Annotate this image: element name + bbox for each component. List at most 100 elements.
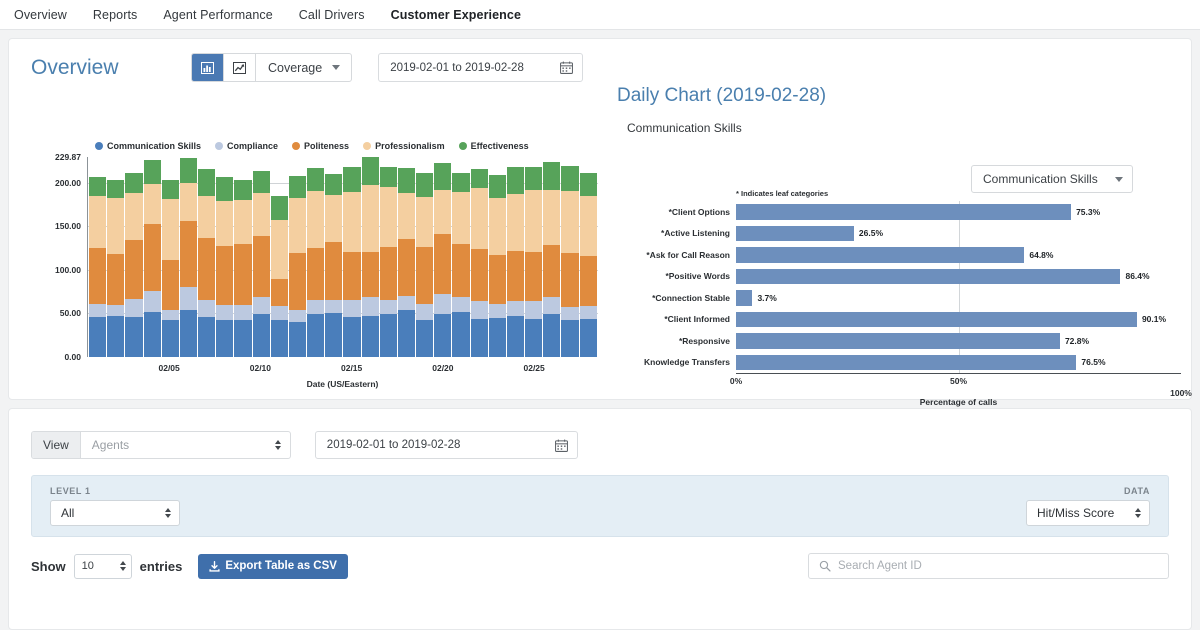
hbar-value-label: 72.8%: [1064, 335, 1090, 346]
stacked-bar-column[interactable]: [270, 157, 288, 357]
bar-segment: [416, 196, 434, 247]
bar-segment: [525, 251, 543, 302]
stacked-bar-column[interactable]: [379, 157, 397, 357]
stacked-bar-column[interactable]: [198, 157, 216, 357]
overview-date-range-value: 2019-02-01 to 2019-02-28: [390, 61, 524, 74]
metric-dropdown[interactable]: Coverage: [256, 54, 351, 81]
stacked-bar-column[interactable]: [361, 157, 379, 357]
stacked-bar-column[interactable]: [325, 157, 343, 357]
stacked-bar-column[interactable]: [143, 157, 161, 357]
table-date-range-input[interactable]: 2019-02-01 to 2019-02-28: [314, 431, 578, 459]
stacked-bar-column[interactable]: [543, 157, 561, 357]
hbar-row[interactable]: *Client Informed 90.1%: [609, 308, 1181, 330]
hbar-row[interactable]: *Connection Stable 3.7%: [609, 287, 1181, 309]
bar-segment: [379, 187, 397, 247]
bar-segment: [397, 296, 416, 311]
y-tick-label: 229.87: [55, 152, 81, 162]
stacked-bar-column[interactable]: [452, 157, 470, 357]
view-select-group[interactable]: View Agents: [31, 431, 291, 459]
bar-segment: [361, 251, 379, 297]
legend-item-3[interactable]: Professionalism: [363, 141, 445, 151]
calendar-icon: [560, 61, 574, 74]
hbar: [736, 247, 1025, 263]
legend-item-0[interactable]: Communication Skills: [95, 141, 201, 151]
stacked-bar-column[interactable]: [252, 157, 270, 357]
table-toolbar-row: Show 10 entries Export Table as CSV Sear…: [9, 537, 1191, 579]
bar-segment: [379, 314, 397, 357]
bar-segment: [270, 278, 288, 306]
entries-per-page-select[interactable]: 10: [73, 553, 132, 579]
bar-segment: [488, 175, 506, 198]
bar-segment: [506, 194, 525, 251]
bar-segment: [270, 305, 288, 321]
hbar-row[interactable]: Knowledge Transfers 76.5%: [609, 351, 1181, 373]
overview-date-range-input[interactable]: 2019-02-01 to 2019-02-28: [378, 53, 584, 82]
stacked-bar-column[interactable]: [506, 157, 525, 357]
y-tick-label: 100.00: [55, 264, 81, 275]
nav-tab-call-drivers[interactable]: Call Drivers: [299, 0, 365, 30]
stacked-bar-column[interactable]: [107, 157, 125, 357]
hbar-row[interactable]: *Active Listening 26.5%: [609, 222, 1181, 244]
stacked-bar-column[interactable]: [234, 157, 252, 357]
stacked-bar-column[interactable]: [89, 157, 107, 357]
export-csv-button[interactable]: Export Table as CSV: [198, 553, 348, 579]
stacked-bar-column[interactable]: [397, 157, 416, 357]
bar-segment: [125, 172, 143, 193]
stacked-bar-column[interactable]: [416, 157, 434, 357]
bar-segment: [107, 197, 125, 255]
stacked-bar-column[interactable]: [161, 157, 179, 357]
bar-segment: [543, 189, 561, 245]
data-select[interactable]: Hit/Miss Score: [1026, 500, 1150, 526]
x-axis-label: Date (US/Eastern): [306, 379, 379, 389]
legend-label: Professionalism: [375, 141, 445, 151]
bar-segment: [452, 296, 470, 312]
stacked-bar-column[interactable]: [288, 157, 307, 357]
stacked-bar-column[interactable]: [434, 157, 452, 357]
bar-segment: [234, 304, 252, 320]
search-placeholder: Search Agent ID: [838, 560, 922, 572]
legend-item-1[interactable]: Compliance: [215, 141, 278, 151]
stacked-bar-column[interactable]: [216, 157, 234, 357]
search-icon: [819, 560, 831, 572]
stacked-bar-column[interactable]: [488, 157, 506, 357]
bar-segment: [325, 312, 343, 357]
nav-tab-agent-performance[interactable]: Agent Performance: [163, 0, 272, 30]
hbar-row[interactable]: *Positive Words 86.4%: [609, 265, 1181, 287]
stacked-bar-column[interactable]: [525, 157, 543, 357]
level1-label: LEVEL 1: [50, 486, 91, 496]
nav-tab-overview[interactable]: Overview: [14, 0, 67, 30]
stacked-bar-column[interactable]: [179, 157, 198, 357]
bar-segment: [488, 317, 506, 357]
category-dropdown[interactable]: Communication Skills: [971, 165, 1133, 193]
legend-item-2[interactable]: Politeness: [292, 141, 349, 151]
level1-select[interactable]: All: [50, 500, 180, 526]
stacked-bar-column[interactable]: [307, 157, 325, 357]
hbar-row[interactable]: *Responsive 72.8%: [609, 330, 1181, 352]
bar-segment: [343, 167, 361, 192]
nav-tab-customer-experience[interactable]: Customer Experience: [391, 0, 521, 30]
level1-filter-group: LEVEL 1 All: [50, 486, 180, 526]
stacked-bar-column[interactable]: [470, 157, 488, 357]
stacked-bar-column[interactable]: [343, 157, 361, 357]
bar-segment: [343, 316, 361, 357]
bar-segment: [307, 248, 325, 301]
stacked-bar-column[interactable]: [561, 157, 579, 357]
view-select[interactable]: Agents: [81, 432, 290, 458]
bar-segment: [252, 170, 270, 193]
hbar-value-label: 90.1%: [1141, 314, 1167, 325]
stacked-bar-column[interactable]: [579, 157, 597, 357]
overview-header: Overview Coverage 2019-02-01 to 2019-02-…: [9, 39, 1191, 82]
line-chart-icon[interactable]: [224, 54, 256, 81]
hbar-row[interactable]: *Client Options 75.3%: [609, 201, 1181, 223]
bar-segment: [179, 221, 198, 288]
search-agent-input[interactable]: Search Agent ID: [808, 553, 1169, 579]
bar-chart-icon[interactable]: [192, 54, 224, 81]
legend-item-4[interactable]: Effectiveness: [458, 141, 529, 151]
bar-segment: [579, 305, 597, 319]
nav-tab-reports[interactable]: Reports: [93, 0, 137, 30]
stacked-bar-column[interactable]: [125, 157, 143, 357]
hbar-track: 76.5%: [736, 351, 1181, 373]
hbar-row[interactable]: *Ask for Call Reason 64.8%: [609, 244, 1181, 266]
bar-segment: [561, 253, 579, 307]
bar-segment: [288, 176, 307, 198]
